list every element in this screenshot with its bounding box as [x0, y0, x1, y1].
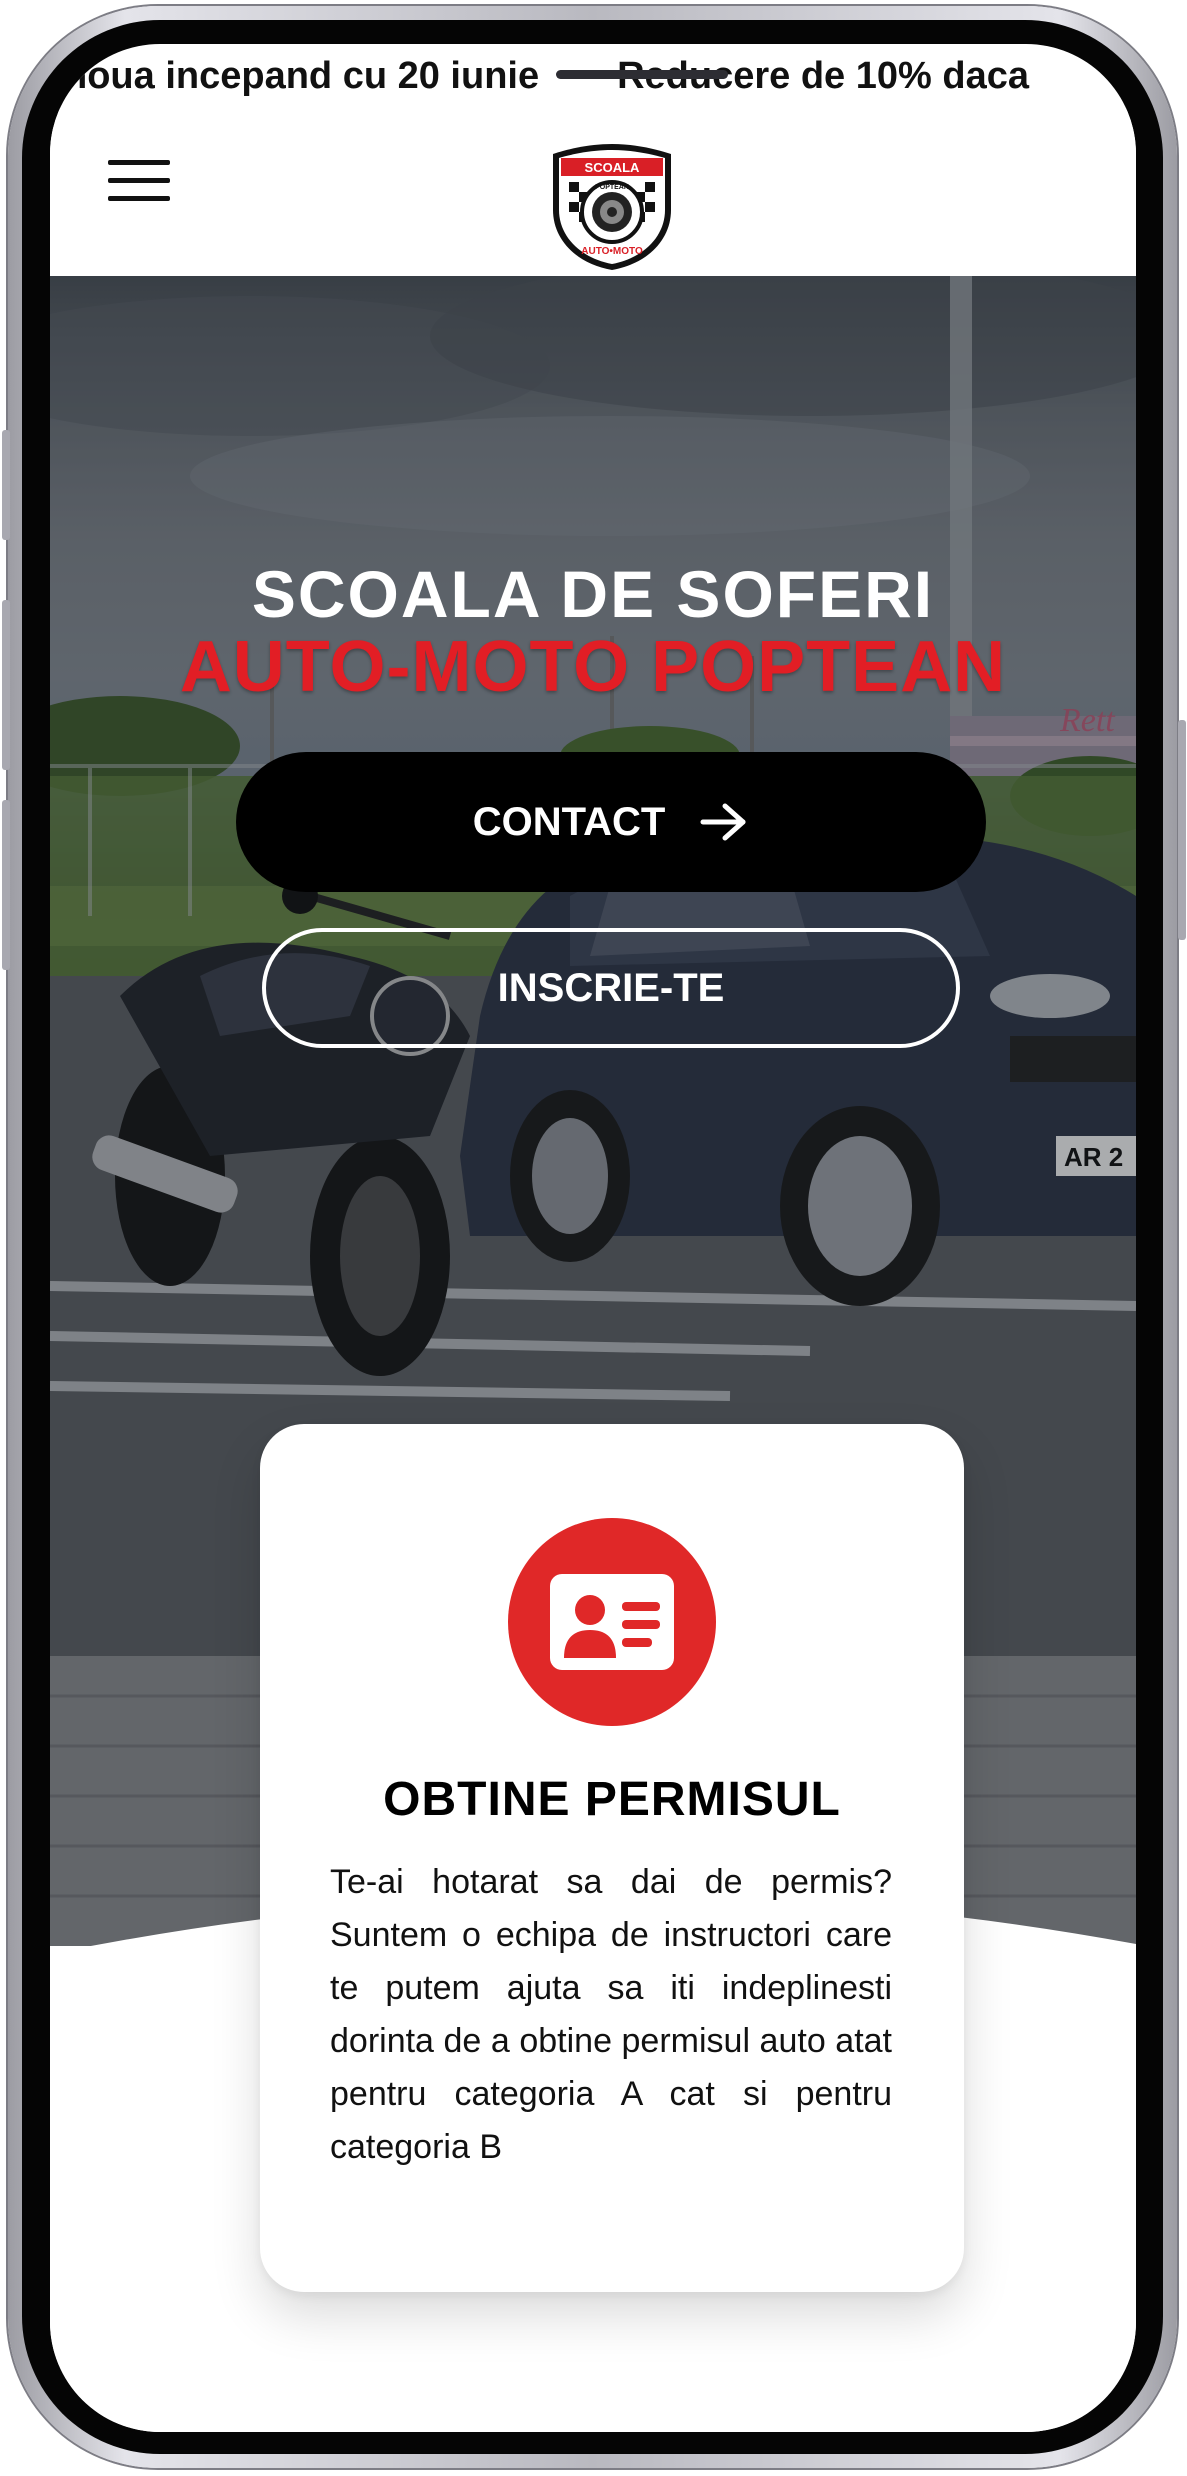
contact-button-label: CONTACT	[472, 799, 666, 844]
logo-text-ring: POPTEAN	[595, 184, 629, 191]
side-button-left-3	[2, 800, 10, 970]
side-button-right	[1178, 720, 1186, 940]
side-button-left-2	[2, 600, 10, 770]
contact-button[interactable]: CONTACT	[236, 752, 986, 892]
speaker-notch	[556, 70, 728, 79]
enroll-button[interactable]: INSCRIE-TE	[262, 928, 960, 1048]
side-button-left-1	[2, 430, 10, 540]
ticker-item: noua incepand cu 20 iunie	[64, 54, 540, 97]
id-card-icon	[508, 1518, 716, 1726]
school-logo[interactable]: SCOALA POPTEAN AUTO•MOTO	[547, 140, 677, 274]
hamburger-icon[interactable]	[108, 156, 170, 206]
logo-text-bottom: AUTO•MOTO	[581, 246, 643, 257]
card-description: Te-ai hotarat sa dai de permis? Suntem o…	[330, 1863, 892, 2166]
logo-text-top: SCOALA	[585, 160, 641, 175]
hero-subtitle: AUTO-MOTO POPTEAN	[179, 627, 1007, 707]
card-title: OBTINE PERMISUL	[383, 1773, 841, 1826]
feature-card: OBTINE PERMISUL Te-ai hotarat sa dai de …	[260, 1424, 964, 2292]
enroll-button-label: INSCRIE-TE	[497, 965, 725, 1010]
hero-title: SCOALA DE SOFERI	[251, 557, 935, 631]
phone-screen: noua incepand cu 20 iunie Reducere de 10…	[50, 44, 1136, 2432]
arrow-right-icon	[700, 803, 746, 841]
